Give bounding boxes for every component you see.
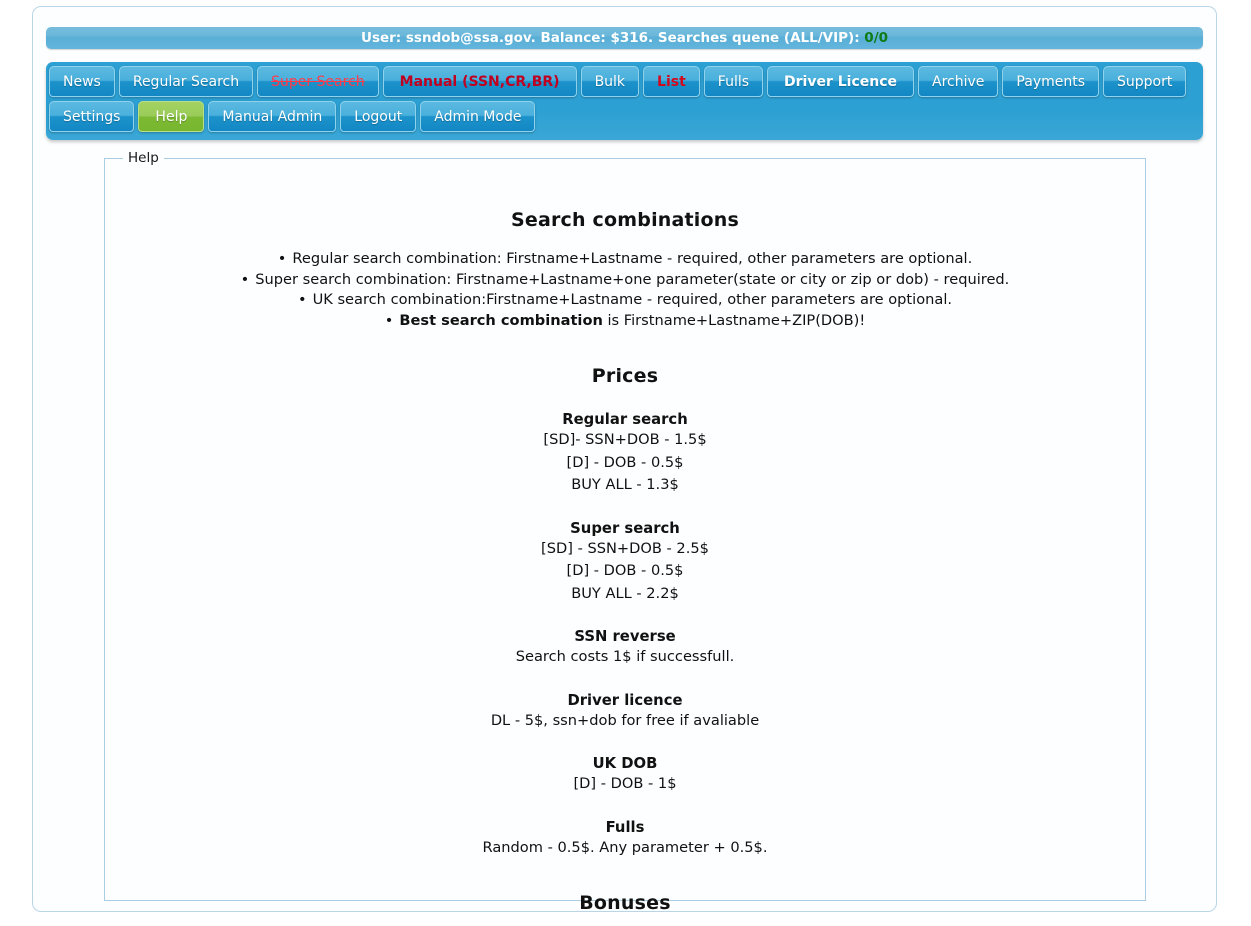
bullet-icon: • [384, 311, 394, 329]
price-group-title: SSN reverse [574, 628, 676, 645]
tab-regular-search[interactable]: Regular Search [118, 66, 254, 97]
list-item: • UK search combination:Firstname+Lastnam… [119, 290, 1131, 311]
combination-text: Regular search combination: Firstname+La… [292, 250, 973, 267]
tab-admin-mode[interactable]: Admin Mode [420, 101, 536, 132]
tab-fulls[interactable]: Fulls [703, 66, 764, 97]
price-line: BUY ALL - 2.2$ [571, 584, 679, 602]
tab-manual-admin[interactable]: Manual Admin [208, 101, 337, 132]
price-group-uk-dob: UK DOB [D] - DOB - 1$ [119, 755, 1131, 795]
help-panel-legend: Help [128, 150, 159, 166]
search-combinations-heading: Search combinations [510, 209, 740, 231]
tab-settings[interactable]: Settings [49, 101, 135, 132]
price-group-fulls: Fulls Random - 0.5$. Any parameter + 0.5… [119, 819, 1131, 859]
tab-support[interactable]: Support [1103, 66, 1187, 97]
price-group-title: Regular search [562, 411, 688, 428]
tab-archive[interactable]: Archive [918, 66, 999, 97]
bullet-icon: • [240, 270, 250, 288]
price-group-super-search: Super search [SD] - SSN+DOB - 2.5$ [D] -… [119, 520, 1131, 605]
tab-logout[interactable]: Logout [340, 101, 417, 132]
price-line: Random - 0.5$. Any parameter + 0.5$. [482, 838, 768, 856]
help-panel: Help Search combinations • Regular search… [104, 150, 1146, 914]
price-line: [SD]- SSN+DOB - 1.5$ [543, 431, 707, 448]
price-group-title: Fulls [605, 818, 645, 836]
price-line: DL - 5$, ssn+dob for free if avaliable [490, 711, 760, 729]
tab-news[interactable]: News [49, 66, 115, 97]
list-item: • Best search combination is Firstname+La… [119, 311, 1131, 332]
price-line: [D] - DOB - 1$ [573, 775, 677, 792]
price-line: [D] - DOB - 0.5$ [566, 453, 684, 471]
tab-help[interactable]: Help [138, 101, 205, 132]
price-line: [D] - DOB - 0.5$ [566, 562, 684, 579]
tab-super-search[interactable]: Super Search [257, 66, 379, 97]
bonuses-heading: Bonuses [579, 892, 671, 914]
tab-bulk[interactable]: Bulk [580, 66, 640, 97]
search-queue-count: 0/0 [864, 30, 889, 46]
page-root: User: ssndob@ssa.gov. Balance: $316. Sea… [0, 0, 1251, 926]
price-group-title: UK DOB [592, 755, 658, 772]
price-group-driver-licence: Driver licence DL - 5$, ssn+dob for free… [119, 692, 1131, 732]
tab-driver-licence[interactable]: Driver Licence [767, 66, 915, 97]
prices-heading: Prices [591, 365, 659, 387]
list-item: • Super search combination: Firstname+Las… [119, 270, 1131, 291]
combination-text: Super search combination: Firstname+Last… [255, 270, 1010, 288]
tab-manual[interactable]: Manual (SSN,CR,BR) [382, 66, 577, 97]
bullet-icon: • [277, 250, 287, 267]
combination-highlight: Best search combination [399, 311, 603, 329]
status-text: User: ssndob@ssa.gov. Balance: $316. Sea… [360, 30, 865, 46]
tab-list[interactable]: List [643, 66, 700, 97]
price-line: Search costs 1$ if successfull. [515, 648, 735, 665]
price-group-regular-search: Regular search [SD]- SSN+DOB - 1.5$ [D] … [119, 411, 1131, 496]
nav-row-primary: News Regular Search Super Search Manual … [49, 66, 1200, 97]
list-item: • Regular search combination: Firstname+L… [119, 249, 1131, 270]
price-group-ssn-reverse: SSN reverse Search costs 1$ if successfu… [119, 628, 1131, 668]
main-navigation: News Regular Search Super Search Manual … [46, 62, 1203, 140]
tab-payments[interactable]: Payments [1002, 66, 1100, 97]
price-group-title: Super search [570, 519, 680, 537]
bullet-icon: • [297, 291, 307, 308]
price-line: BUY ALL - 1.3$ [571, 476, 679, 493]
nav-row-secondary: Settings Help Manual Admin Logout Admin … [49, 101, 1200, 132]
price-group-title: Driver licence [567, 691, 683, 709]
search-combinations-list: • Regular search combination: Firstname+L… [119, 249, 1131, 331]
help-content: Search combinations • Regular search comb… [119, 209, 1131, 926]
account-status-bar: User: ssndob@ssa.gov. Balance: $316. Sea… [46, 27, 1203, 49]
price-line: [SD] - SSN+DOB - 2.5$ [541, 539, 709, 557]
combination-text: UK search combination:Firstname+Lastname… [312, 291, 953, 308]
combination-text: is Firstname+Lastname+ZIP(DOB)! [602, 311, 866, 329]
